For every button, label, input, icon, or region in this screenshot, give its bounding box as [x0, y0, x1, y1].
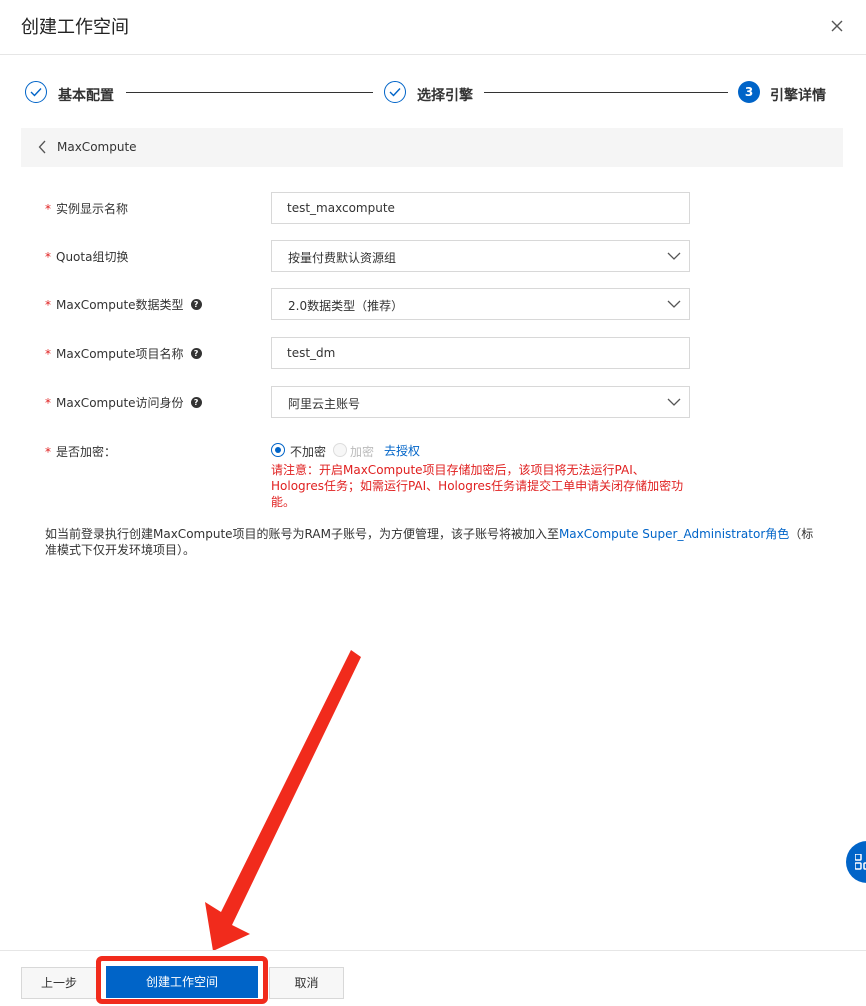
apps-grid-icon	[855, 854, 866, 870]
annotation-highlight-box	[96, 956, 268, 1004]
cancel-button[interactable]: 取消	[269, 967, 344, 999]
prev-step-button[interactable]: 上一步	[21, 967, 97, 999]
annotation-arrow	[205, 650, 361, 951]
